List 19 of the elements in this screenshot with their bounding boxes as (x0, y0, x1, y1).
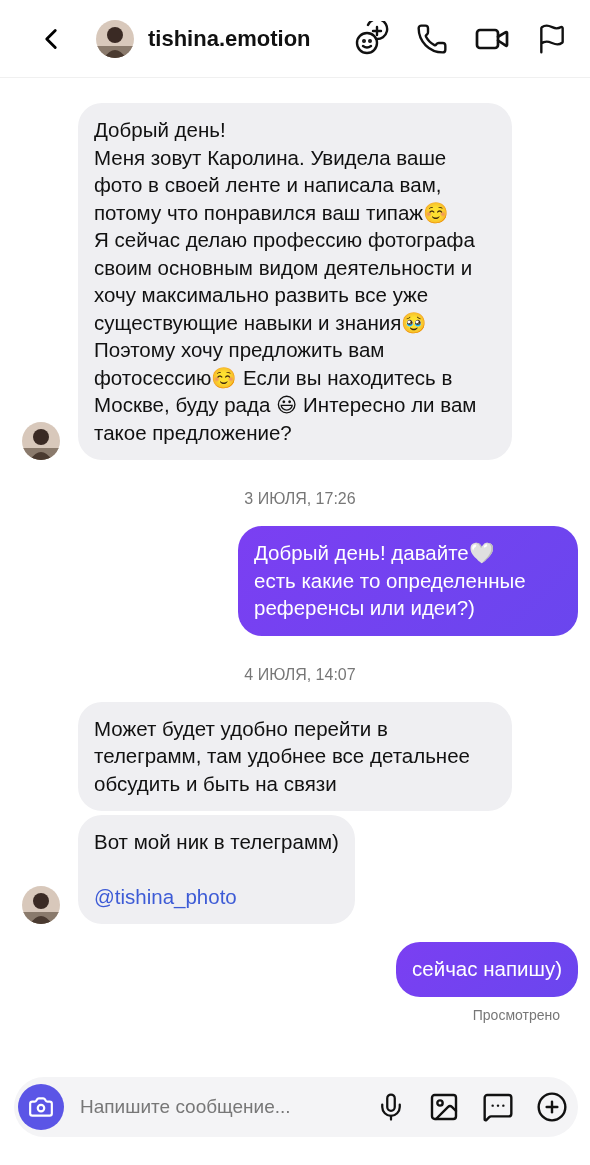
message-input[interactable]: Напишите сообщение... (78, 1095, 354, 1119)
received-message: Добрый день! Меня зовут Каролина. Увидела ваше фото в своей ленте и написала вам, потому что понравился ваш типаж☺ Я сейчас делаю профессию фотографа своим основным видом деятельности и хочу максимально развить все уже существующие навыки и знания🥹 Поэтому хочу предложить вам фотосессию☺ Если вы находитесь в Москве, буду рада 😃 Интересно ли вам такое предложение? (78, 103, 512, 460)
seen-status: Просмотрено (472, 1006, 560, 1023)
phone-icon[interactable] (416, 22, 448, 55)
image-icon[interactable] (428, 1091, 460, 1123)
avatar (96, 19, 134, 58)
message-text: Вот мой ник в телеграмм) (94, 829, 339, 855)
received-message: Может будет удобно перейти в телеграмм, там удобнее все детальнее обсудить и быть на связи (78, 701, 512, 811)
sent-message: сейчас напишу) (396, 942, 578, 997)
chat-dots-icon[interactable] (482, 1091, 514, 1123)
camera-icon (28, 1094, 54, 1120)
camera-button[interactable] (18, 1084, 64, 1130)
plus-circle-icon[interactable] (536, 1091, 568, 1123)
date-label: 4 ИЮЛЯ, 14:07 (244, 665, 356, 684)
telegram-link[interactable]: @tishina_photo (94, 882, 339, 910)
username: tishina.emotion (148, 25, 312, 52)
smiley-plus-icon[interactable] (354, 20, 390, 57)
sent-message: Добрый день! давайте🤍 есть какие то определенные референсы или идеи?) (238, 526, 578, 636)
date-label: 3 ИЮЛЯ, 17:26 (244, 490, 356, 508)
